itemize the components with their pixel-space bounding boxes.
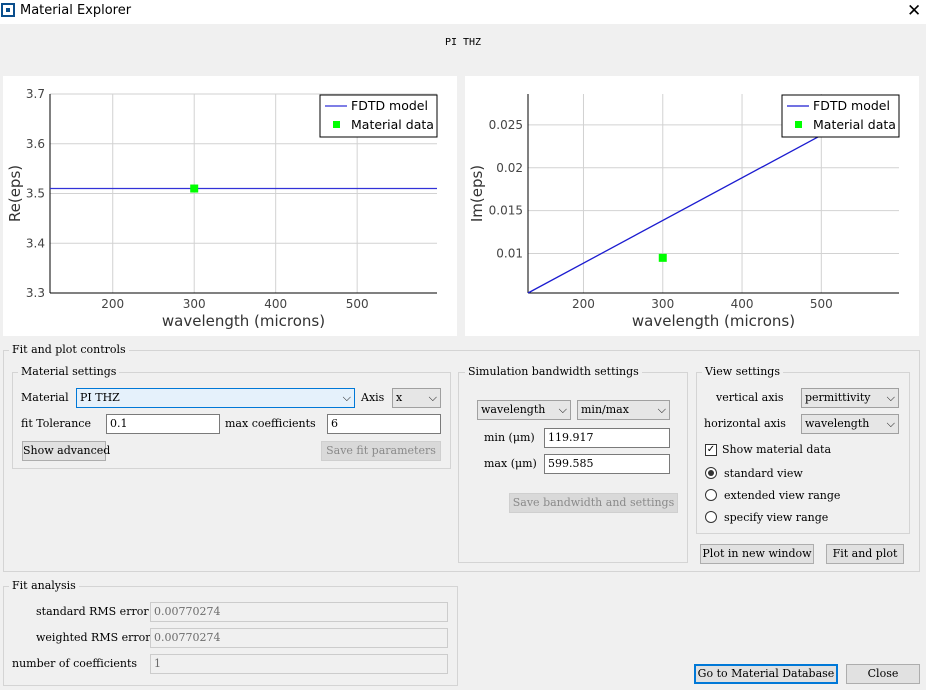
y-tick-label: 0.025 [489, 118, 523, 132]
data-point-material-data [658, 253, 667, 262]
weighted-rms-label: weighted RMS error [36, 631, 151, 644]
max-coefficients-label: max coefficients [225, 417, 316, 430]
legend-label-material-data: Material data [813, 117, 896, 132]
y-tick-label: 0.02 [496, 161, 523, 175]
re-eps-chart: 200 300 400 500 3.3 3.4 3.5 3.6 3.7 wavelength (m… [6, 87, 438, 330]
chevron-down-icon: ⌵ [342, 391, 351, 404]
chevron-down-icon: ⌵ [886, 417, 895, 430]
vertical-axis-value: permittivity [805, 391, 871, 404]
material-label: Material [21, 391, 69, 404]
close-button[interactable]: Close [846, 664, 920, 684]
window-title: Material Explorer [20, 3, 132, 18]
fit-and-plot-button[interactable]: Fit and plot [826, 544, 904, 564]
unit-select[interactable]: wavelength ⌵ [477, 400, 571, 420]
y-tick-label: 3.6 [26, 137, 45, 151]
max-label: max (μm) [484, 457, 537, 470]
y-tick-label: 0.01 [496, 247, 523, 261]
range-select[interactable]: min/max ⌵ [577, 400, 670, 420]
x-tick-label: 300 [183, 297, 206, 311]
app-icon [1, 3, 15, 17]
horizontal-axis-value: wavelength [805, 417, 870, 430]
range-select-value: min/max [581, 403, 629, 416]
fit-plot-controls-legend: Fit and plot controls [9, 343, 129, 356]
fit-analysis-legend: Fit analysis [9, 579, 79, 592]
chevron-down-icon: ⌵ [886, 391, 895, 404]
weighted-rms-value: 0.00770274 [150, 628, 448, 648]
standard-rms-label: standard RMS error [36, 605, 149, 618]
im-eps-chart: 200 300 400 500 0.01 0.015 0.02 0.025 wavelength… [468, 94, 900, 330]
fit-tolerance-label: fit Tolerance [21, 417, 91, 430]
x-tick-label: 200 [572, 297, 595, 311]
chevron-down-icon: ⌵ [428, 391, 437, 404]
plot-title: PI THZ [444, 37, 482, 48]
max-coefficients-input[interactable]: 6 [327, 414, 441, 434]
view-settings-legend: View settings [702, 365, 783, 378]
number-of-coefficients-label: number of coefficients [12, 657, 138, 670]
re-eps-chart-panel: 200 300 400 500 3.3 3.4 3.5 3.6 3.7 wavelength (m… [3, 76, 457, 336]
horizontal-axis-select[interactable]: wavelength ⌵ [801, 414, 899, 434]
y-tick-label: 0.015 [489, 204, 523, 218]
x-tick-label: 300 [651, 297, 674, 311]
legend-label-fdtd-model: FDTD model [351, 98, 428, 113]
extended-view-radio[interactable] [705, 489, 717, 501]
chevron-down-icon: ⌵ [657, 403, 666, 416]
series-line-fdtd-model [527, 134, 822, 294]
max-input[interactable]: 599.585 [544, 454, 670, 474]
specify-view-label: specify view range [724, 511, 829, 524]
unit-select-value: wavelength [481, 403, 546, 416]
material-settings-legend: Material settings [18, 365, 120, 378]
material-select-value: PI THZ [80, 391, 120, 404]
y-tick-label: 3.3 [26, 286, 45, 300]
horizontal-axis-label: horizontal axis [704, 417, 786, 430]
y-axis-label: Im(eps) [468, 165, 486, 222]
x-tick-label: 200 [101, 297, 124, 311]
im-eps-chart-panel: 200 300 400 500 0.01 0.015 0.02 0.025 wavelength… [465, 76, 919, 336]
x-tick-label: 400 [264, 297, 287, 311]
chevron-down-icon: ⌵ [558, 403, 567, 416]
extended-view-label: extended view range [724, 489, 841, 502]
standard-view-label: standard view [724, 467, 803, 480]
save-bandwidth-button[interactable]: Save bandwidth and settings [509, 493, 678, 513]
min-label: min (μm) [484, 431, 535, 444]
legend-marker-swatch [795, 121, 802, 128]
save-fit-parameters-button[interactable]: Save fit parameters [321, 441, 441, 461]
x-tick-label: 500 [346, 297, 369, 311]
show-material-data-checkbox[interactable]: ✓ [705, 444, 717, 456]
y-tick-label: 3.5 [26, 187, 45, 201]
y-tick-label: 3.4 [26, 236, 45, 250]
number-of-coefficients-value: 1 [150, 654, 448, 674]
data-point-material-data [190, 184, 199, 193]
legend-label-fdtd-model: FDTD model [813, 98, 890, 113]
x-axis-label: wavelength (microns) [162, 312, 325, 330]
close-icon[interactable]: ✕ [907, 1, 921, 21]
legend-label-material-data: Material data [351, 117, 434, 132]
fit-tolerance-input[interactable]: 0.1 [106, 414, 220, 434]
legend-marker-swatch [333, 121, 340, 128]
standard-view-radio[interactable] [705, 467, 717, 479]
standard-rms-value: 0.00770274 [150, 602, 448, 622]
axis-label: Axis [361, 391, 385, 404]
axis-select-value: x [396, 391, 403, 404]
simulation-bandwidth-legend: Simulation bandwidth settings [465, 365, 642, 378]
x-axis-label: wavelength (microns) [632, 312, 795, 330]
axis-select[interactable]: x ⌵ [392, 388, 441, 408]
vertical-axis-label: vertical axis [716, 391, 784, 404]
min-input[interactable]: 119.917 [544, 428, 670, 448]
y-axis-label: Re(eps) [6, 165, 24, 222]
vertical-axis-select[interactable]: permittivity ⌵ [801, 388, 899, 408]
x-tick-label: 500 [810, 297, 833, 311]
title-bar [0, 0, 926, 24]
material-select[interactable]: PI THZ ⌵ [76, 388, 355, 408]
go-to-material-database-button[interactable]: Go to Material Database [694, 664, 838, 684]
plot-new-window-button[interactable]: Plot in new window [700, 544, 814, 564]
checkmark-icon: ✓ [706, 444, 716, 455]
show-material-data-label: Show material data [722, 443, 832, 456]
show-advanced-button[interactable]: Show advanced [22, 441, 110, 461]
specify-view-radio[interactable] [705, 511, 717, 523]
y-tick-label: 3.7 [26, 87, 45, 101]
x-tick-label: 400 [731, 297, 754, 311]
